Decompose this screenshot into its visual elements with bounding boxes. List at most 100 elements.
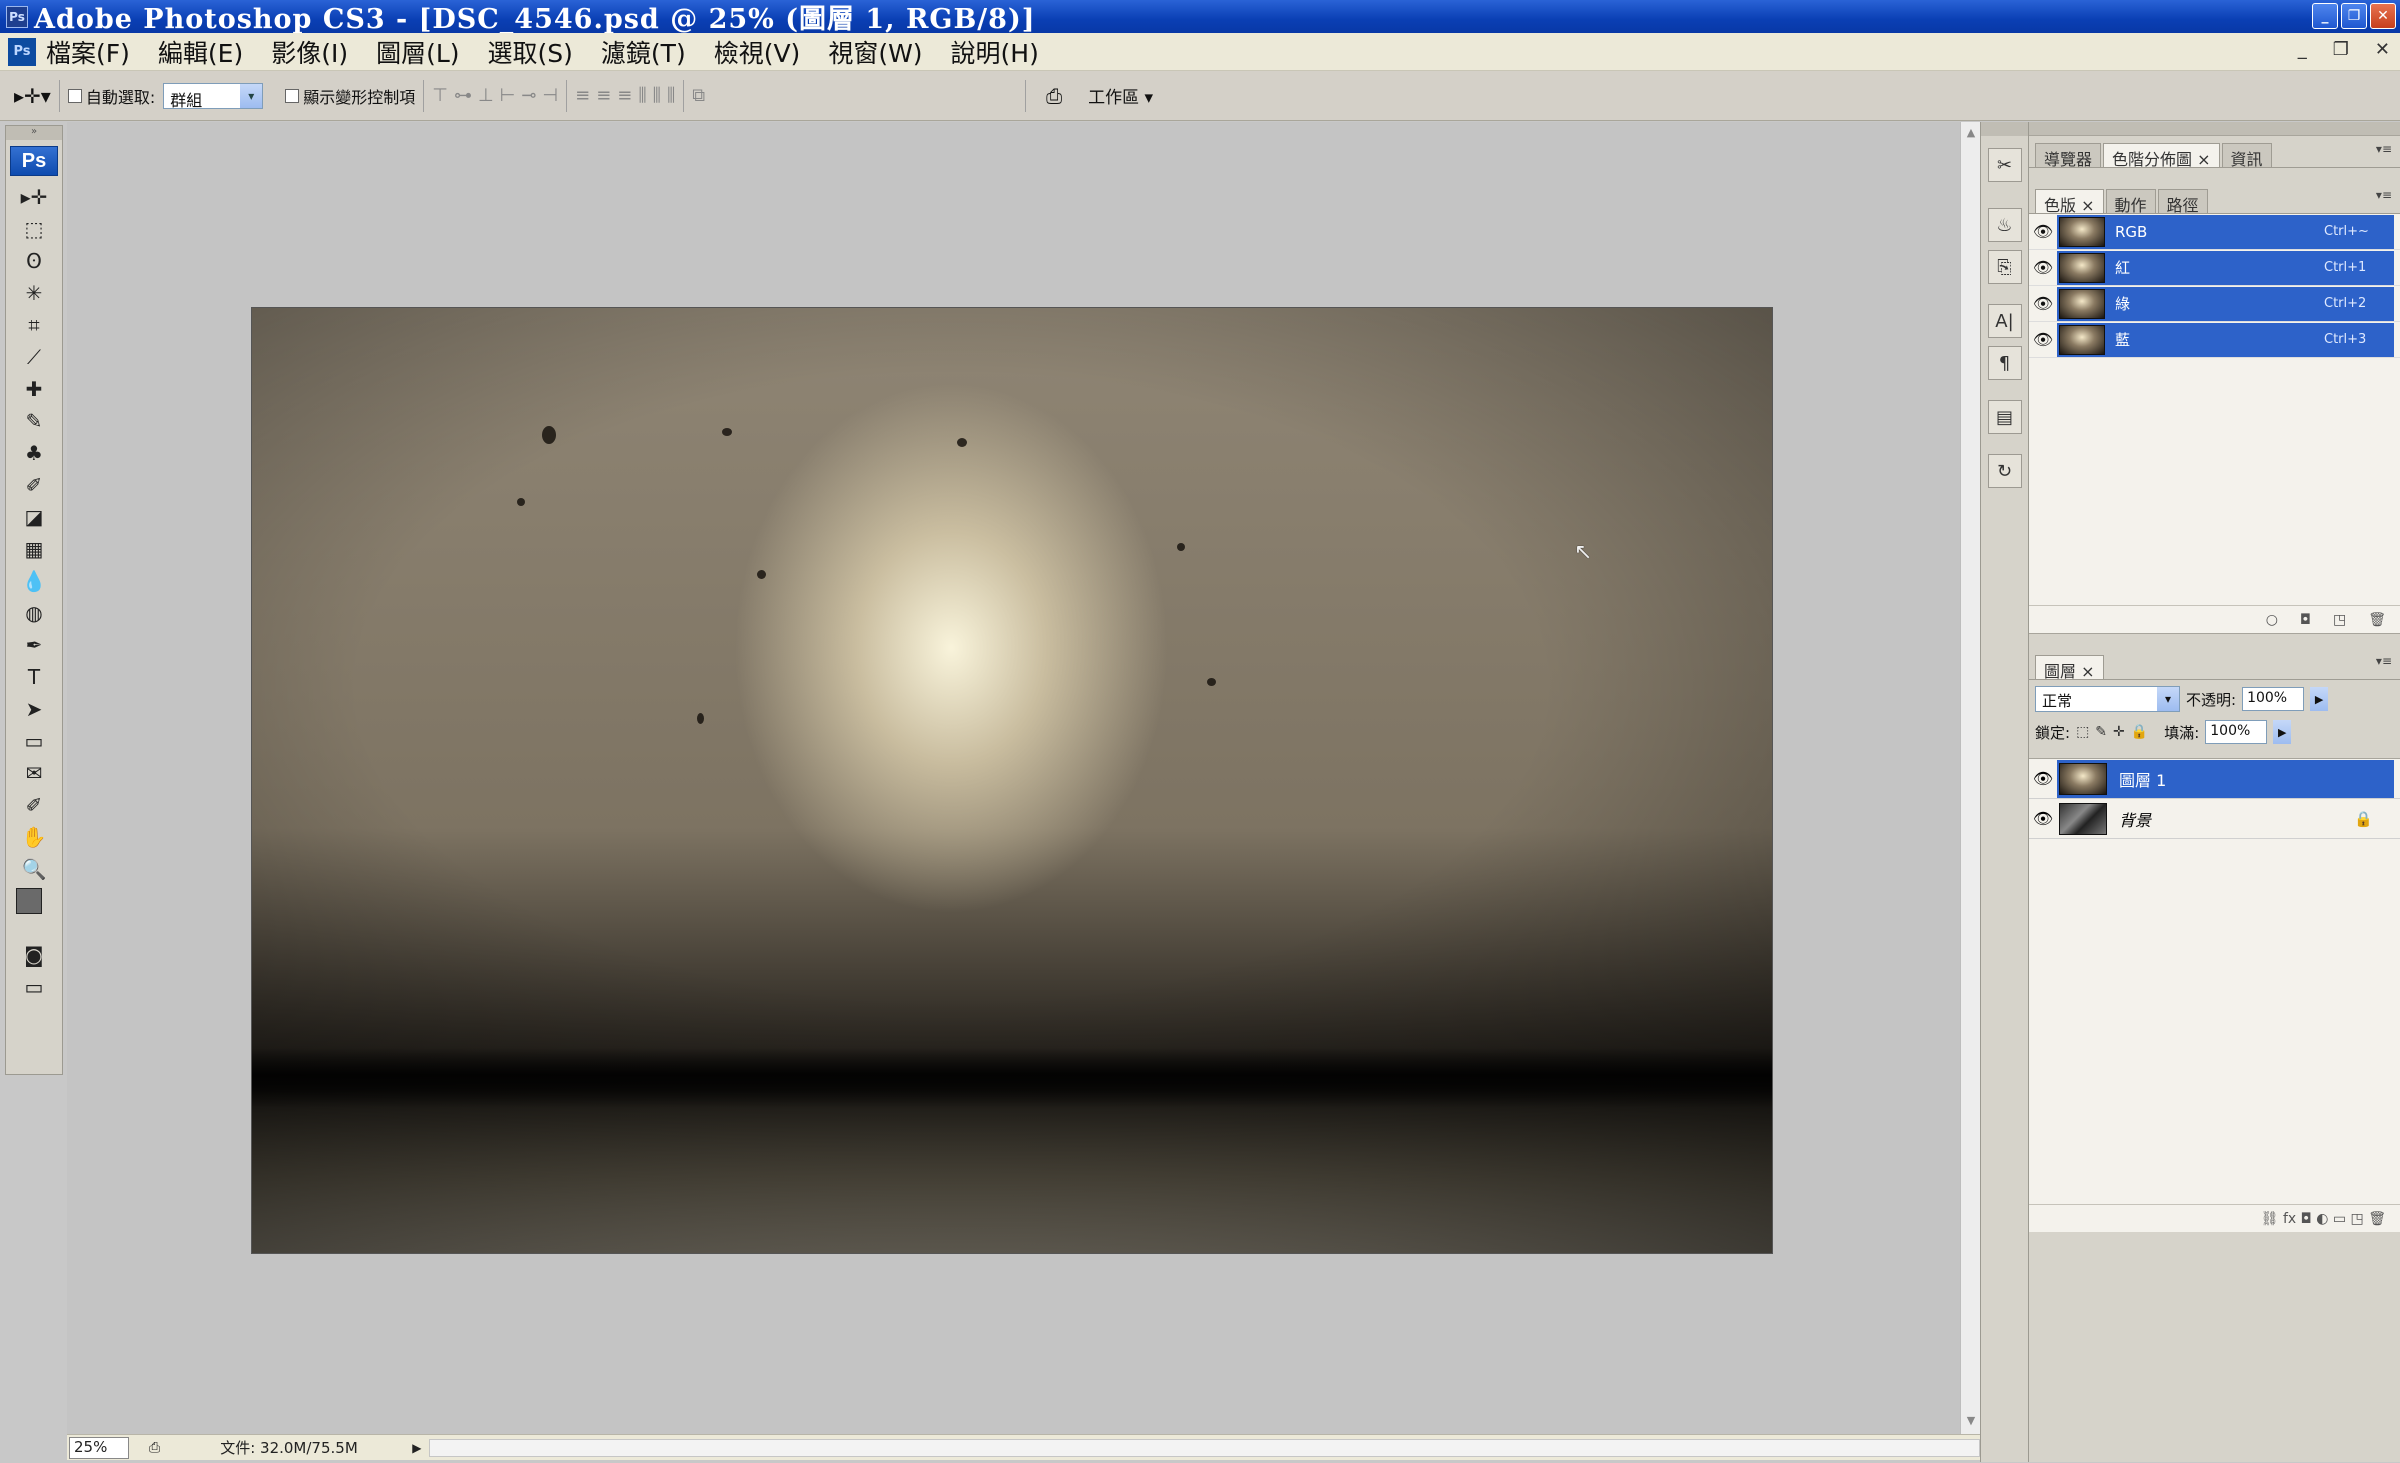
- horizontal-scrollbar[interactable]: [429, 1438, 1980, 1457]
- eyedropper-tool-icon[interactable]: ✐: [17, 790, 51, 820]
- menu-view[interactable]: 檢視(V): [714, 34, 801, 70]
- character-icon[interactable]: A|: [1987, 304, 2022, 338]
- layer-comps-icon[interactable]: ▤: [1987, 400, 2022, 434]
- layer-item[interactable]: 背景 🔒: [2057, 800, 2394, 838]
- layers-footer-icons[interactable]: ⛓ fx ◘ ◐ ▭ ◳ 🗑: [2261, 1211, 2386, 1227]
- show-transform-checkbox[interactable]: [285, 88, 300, 103]
- menu-select[interactable]: 選取(S): [488, 34, 573, 70]
- layer-row[interactable]: 👁 圖層 1: [2029, 759, 2400, 799]
- new-channel-icon[interactable]: ◳: [2333, 612, 2346, 628]
- tool-presets-icon[interactable]: ✂: [1987, 148, 2022, 182]
- panel-menu-icon[interactable]: ▾≡: [2376, 654, 2392, 668]
- shape-tool-icon[interactable]: ▭: [17, 726, 51, 756]
- screen-mode-icon[interactable]: ▭: [17, 972, 51, 1002]
- menu-edit[interactable]: 編輯(E): [158, 34, 243, 70]
- lock-all-icon[interactable]: 🔒: [2131, 724, 2148, 740]
- channel-item[interactable]: 綠 Ctrl+2: [2057, 286, 2394, 321]
- visibility-eye-icon[interactable]: 👁: [2029, 250, 2057, 286]
- layer-item[interactable]: 圖層 1: [2057, 759, 2394, 798]
- menu-image[interactable]: 影像(I): [271, 34, 348, 70]
- distribute-hcenter-icon[interactable]: ⫼: [653, 85, 661, 106]
- distribute-right-icon[interactable]: ⫼: [667, 85, 675, 106]
- document-canvas[interactable]: [251, 307, 1773, 1254]
- brushes-icon[interactable]: ♨: [1987, 208, 2022, 242]
- zoom-tool-icon[interactable]: 🔍: [17, 854, 51, 884]
- channel-row[interactable]: 👁 RGB Ctrl+~: [2029, 214, 2400, 250]
- vertical-scrollbar[interactable]: ▲ ▼: [1960, 122, 1980, 1434]
- blur-tool-icon[interactable]: 💧: [17, 566, 51, 596]
- zoom-field[interactable]: 25%: [69, 1436, 129, 1459]
- panel-menu-icon[interactable]: ▾≡: [2376, 142, 2392, 156]
- eraser-tool-icon[interactable]: ◪: [17, 502, 51, 532]
- restore-button[interactable]: ❐: [2341, 3, 2367, 29]
- auto-select-dropdown[interactable]: 群組 ▾: [163, 82, 264, 110]
- menu-layer[interactable]: 圖層(L): [376, 34, 459, 70]
- align-right-icon[interactable]: ⊣: [542, 85, 558, 106]
- magic-wand-tool-icon[interactable]: ✳: [17, 278, 51, 308]
- marquee-tool-icon[interactable]: ⬚: [17, 214, 51, 244]
- tab-paths[interactable]: 路徑: [2157, 189, 2208, 215]
- align-vcenter-icon[interactable]: ⊶: [454, 85, 472, 106]
- crop-tool-icon[interactable]: ⌗: [17, 310, 51, 340]
- menu-window[interactable]: 視窗(W): [828, 34, 922, 70]
- lock-transparency-icon[interactable]: ⬚: [2076, 724, 2089, 740]
- hand-tool-icon[interactable]: ✋: [17, 822, 51, 852]
- align-bottom-icon[interactable]: ⊥: [478, 85, 494, 106]
- gradient-tool-icon[interactable]: ▦: [17, 534, 51, 564]
- tab-layers[interactable]: 圖層 ×: [2035, 655, 2104, 681]
- layer-row[interactable]: 👁 背景 🔒: [2029, 799, 2400, 839]
- opacity-field[interactable]: 100%: [2242, 687, 2305, 711]
- distribute-bottom-icon[interactable]: ≡: [617, 85, 632, 106]
- clone-stamp-tool-icon[interactable]: ♣: [17, 438, 51, 468]
- tab-navigator[interactable]: 導覽器: [2035, 143, 2102, 169]
- align-hcenter-icon[interactable]: ⊸: [521, 85, 536, 106]
- distribute-left-icon[interactable]: ⫼: [638, 85, 646, 106]
- path-selection-tool-icon[interactable]: ➤: [17, 694, 51, 724]
- channel-row[interactable]: 👁 紅 Ctrl+1: [2029, 250, 2400, 286]
- channel-item[interactable]: 紅 Ctrl+1: [2057, 250, 2394, 285]
- doc-close-icon[interactable]: ✕: [2375, 39, 2390, 60]
- history-brush-tool-icon[interactable]: ✐: [17, 470, 51, 500]
- status-info-icon[interactable]: ⎙: [149, 1440, 160, 1456]
- align-top-icon[interactable]: ⊤: [432, 85, 448, 106]
- pen-tool-icon[interactable]: ✒: [17, 630, 51, 660]
- doc-restore-icon[interactable]: ❐: [2333, 39, 2349, 60]
- tab-histogram[interactable]: 色階分佈圖 ×: [2103, 143, 2220, 169]
- auto-align-icon[interactable]: ⧉: [692, 85, 705, 106]
- quick-mask-icon[interactable]: ◙: [17, 940, 51, 970]
- ps-logo[interactable]: Ps: [10, 146, 58, 176]
- healing-brush-tool-icon[interactable]: ✚: [17, 374, 51, 404]
- visibility-eye-icon[interactable]: 👁: [2029, 214, 2057, 250]
- document-icon[interactable]: Ps: [8, 37, 36, 66]
- bridge-icon[interactable]: ⎙: [1046, 84, 1062, 108]
- opacity-slider-icon[interactable]: ▶: [2310, 687, 2329, 711]
- photoshop-app-icon[interactable]: Ps: [6, 5, 28, 28]
- visibility-eye-icon[interactable]: 👁: [2029, 809, 2057, 828]
- move-tool-preset-icon[interactable]: ▸✛▾: [14, 84, 51, 108]
- clone-source-icon[interactable]: ⎘: [1987, 250, 2022, 284]
- fill-slider-icon[interactable]: ▶: [2273, 720, 2292, 744]
- distribute-top-icon[interactable]: ≡: [575, 85, 590, 106]
- tab-info[interactable]: 資訊: [2221, 143, 2272, 169]
- type-tool-icon[interactable]: T: [17, 662, 51, 692]
- move-tool-icon[interactable]: ▸✛: [17, 182, 51, 212]
- load-selection-icon[interactable]: ○: [2266, 612, 2278, 628]
- visibility-eye-icon[interactable]: 👁: [2029, 286, 2057, 322]
- channel-item[interactable]: RGB Ctrl+~: [2057, 214, 2394, 249]
- menu-filter[interactable]: 濾鏡(T): [601, 34, 686, 70]
- lock-position-icon[interactable]: ✛: [2113, 724, 2125, 740]
- dodge-tool-icon[interactable]: ◍: [17, 598, 51, 628]
- brush-tool-icon[interactable]: ✎: [17, 406, 51, 436]
- align-left-icon[interactable]: ⊢: [500, 85, 516, 106]
- panel-menu-icon[interactable]: ▾≡: [2376, 188, 2392, 202]
- toolbox-grip[interactable]: »: [6, 126, 62, 140]
- delete-channel-icon[interactable]: 🗑: [2368, 612, 2386, 628]
- lock-pixels-icon[interactable]: ✎: [2095, 724, 2107, 740]
- save-selection-icon[interactable]: ◘: [2300, 612, 2311, 628]
- tab-actions[interactable]: 動作: [2105, 189, 2156, 215]
- panel-dock-grip[interactable]: [2029, 122, 2400, 136]
- auto-select-checkbox[interactable]: [67, 88, 82, 103]
- channel-item[interactable]: 藍 Ctrl+3: [2057, 322, 2394, 357]
- scroll-up-icon[interactable]: ▲: [1963, 126, 1979, 142]
- history-icon[interactable]: ↻: [1987, 454, 2022, 488]
